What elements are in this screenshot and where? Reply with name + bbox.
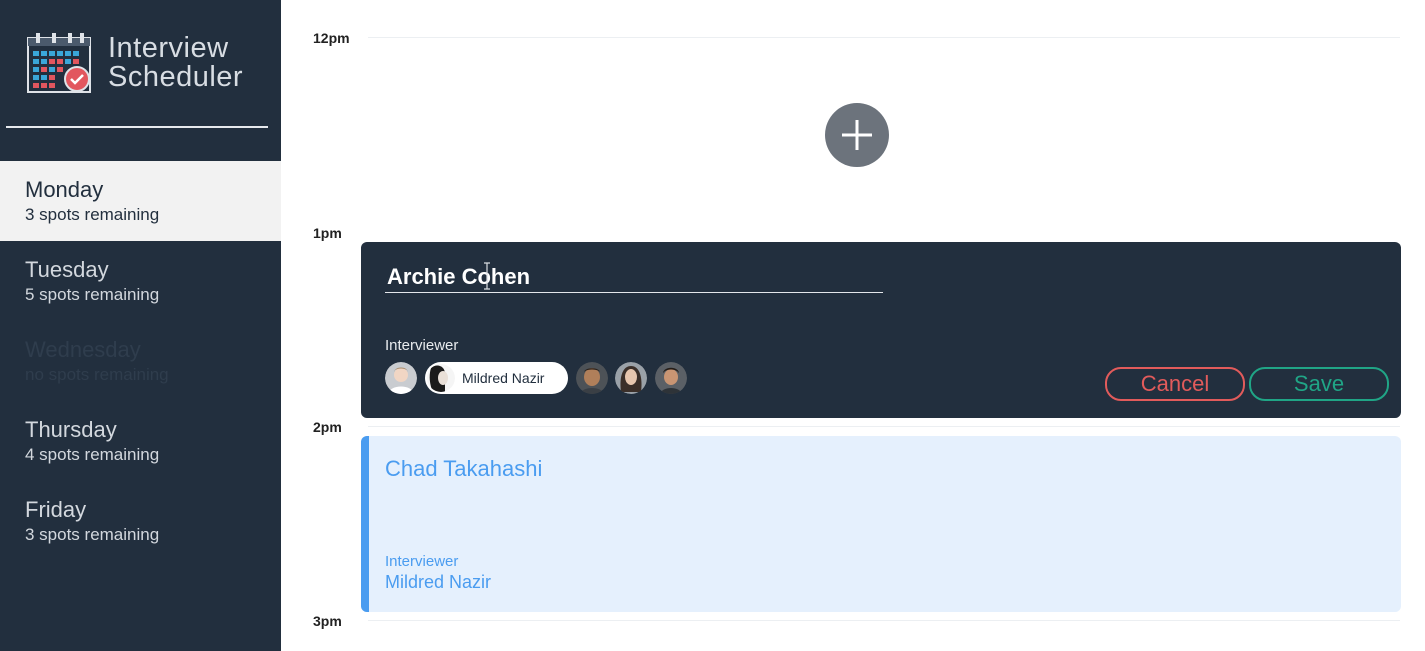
- cancel-button[interactable]: Cancel: [1105, 367, 1245, 401]
- day-item-monday[interactable]: Monday 3 spots remaining: [0, 161, 281, 241]
- appointment-student: Chad Takahashi: [385, 456, 543, 481]
- time-label-2pm: 2pm: [313, 419, 342, 435]
- appointment-accent: [361, 436, 369, 612]
- day-spots: 4 spots remaining: [25, 445, 160, 464]
- text-cursor-icon: [484, 262, 490, 290]
- app-title-line1: Interview: [108, 32, 229, 64]
- day-item-friday[interactable]: Friday 3 spots remaining: [0, 481, 281, 561]
- day-spots: 3 spots remaining: [25, 525, 160, 544]
- time-label-1pm: 1pm: [313, 225, 342, 241]
- day-name: Wednesday: [25, 337, 141, 362]
- interviewer-avatar-5[interactable]: [655, 362, 687, 394]
- appointment-interviewer-label: Interviewer: [385, 553, 459, 570]
- day-name: Tuesday: [25, 257, 109, 282]
- day-name: Monday: [25, 177, 104, 202]
- day-item-thursday[interactable]: Thursday 4 spots remaining: [0, 401, 281, 481]
- avatar: [655, 362, 687, 394]
- day-list: Monday 3 spots remaining Tuesday 5 spots…: [0, 161, 281, 561]
- appointment-form: Interviewer Mildred Nazir: [361, 242, 1401, 418]
- student-name-input[interactable]: [385, 262, 883, 293]
- day-item-wednesday[interactable]: Wednesday no spots remaining: [0, 321, 281, 401]
- appointment-card[interactable]: Chad Takahashi Interviewer Mildred Nazir: [361, 436, 1401, 612]
- time-label-12pm: 12pm: [313, 30, 350, 46]
- save-button[interactable]: Save: [1249, 367, 1389, 401]
- day-spots: no spots remaining: [25, 365, 169, 384]
- interviewer-avatar-4[interactable]: [615, 362, 647, 394]
- app-title-line2: Scheduler: [108, 61, 244, 93]
- sidebar: Interview Scheduler Monday 3 spots remai…: [0, 0, 281, 651]
- day-item-tuesday[interactable]: Tuesday 5 spots remaining: [0, 241, 281, 321]
- interviewer-avatar-3[interactable]: [576, 362, 608, 394]
- hour-divider: [368, 37, 1400, 38]
- appointment-interviewer-name: Mildred Nazir: [385, 572, 492, 592]
- hour-divider: [368, 620, 1400, 621]
- time-label-3pm: 3pm: [313, 613, 342, 629]
- selected-interviewer[interactable]: Mildred Nazir: [425, 362, 568, 394]
- calendar-check-icon: [27, 33, 91, 93]
- avatar: [385, 362, 417, 394]
- interviewer-label: Interviewer: [385, 337, 459, 354]
- plus-icon: [842, 120, 872, 150]
- day-name: Friday: [25, 497, 87, 522]
- selected-interviewer-name: Mildred Nazir: [462, 370, 545, 386]
- day-name: Thursday: [25, 417, 117, 442]
- hour-divider: [368, 426, 1400, 427]
- day-spots: 5 spots remaining: [25, 285, 160, 304]
- interviewer-avatar-1[interactable]: [385, 362, 417, 394]
- day-spots: 3 spots remaining: [25, 205, 160, 224]
- add-appointment-button[interactable]: [825, 103, 889, 167]
- interviewer-avatar-selected: [427, 364, 455, 392]
- avatar: [427, 364, 455, 392]
- avatar: [576, 362, 608, 394]
- avatar: [615, 362, 647, 394]
- sidebar-divider: [6, 126, 268, 128]
- app-title: Interview Scheduler: [108, 34, 243, 92]
